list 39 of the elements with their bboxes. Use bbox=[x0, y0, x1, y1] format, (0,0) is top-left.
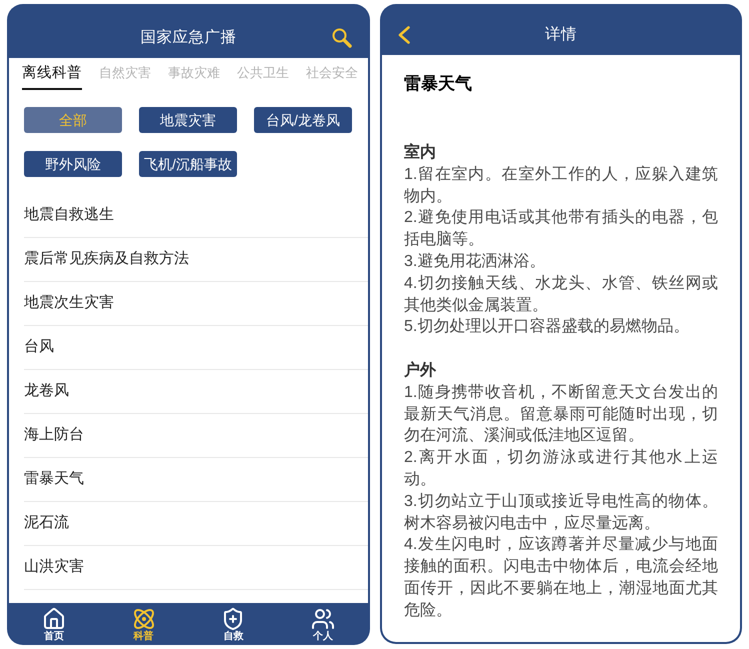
topic-list-item[interactable]: 震后常见疾病及自救方法 bbox=[24, 238, 368, 282]
nav-tab[interactable]: 科普 bbox=[98, 603, 188, 645]
filter-chip[interactable]: 地震灾害 bbox=[139, 107, 237, 133]
filter-chip[interactable]: 飞机/沉船事故 bbox=[139, 151, 237, 177]
topic-list-item[interactable]: 雷暴天气 bbox=[24, 458, 368, 502]
filter-chip[interactable]: 野外风险 bbox=[24, 151, 122, 177]
article-title: 雷暴天气 bbox=[404, 73, 473, 95]
search-button[interactable] bbox=[332, 28, 352, 48]
paragraph: 4.切勿接触天线、水龙头、水管、铁丝网或其他类似金属装置。 bbox=[404, 274, 718, 316]
screen-title: 详情 bbox=[545, 25, 577, 45]
nav-tab[interactable]: 个人 bbox=[278, 603, 368, 645]
topic-list-item[interactable]: 海上防台 bbox=[24, 414, 368, 458]
category-tab[interactable]: 离线科普 bbox=[22, 63, 82, 90]
paragraph: 1.随身携带收音机，不断留意天文台发出的最新天气消息。留意暴雨可能随时出现，切勿在河流、溪涧或低洼地区逗留。 bbox=[404, 382, 718, 446]
screen-title: 国家应急广播 bbox=[140, 28, 236, 48]
search-icon bbox=[332, 28, 352, 48]
chevron-left-icon bbox=[397, 26, 411, 44]
section-heading: 室内 bbox=[404, 142, 437, 163]
paragraph: 2.避免使用电话或其他带有插头的电器，包括电脑等。 bbox=[404, 208, 718, 250]
paragraph: 2.离开水面，切勿游泳或进行其他水上运动。 bbox=[404, 448, 718, 490]
nav-tab[interactable]: 自救 bbox=[188, 603, 278, 645]
paragraph: 4.发生闪电时，应该蹲著并尽量减少与地面接触的面积。闪电击中物体后，电流会经地面传开，因此不要躺在地上，潮湿地面尤其危险。 bbox=[404, 534, 718, 621]
paragraph: 3.避免用花洒淋浴。 bbox=[404, 252, 546, 272]
topic-list-item[interactable]: 龙卷风 bbox=[24, 370, 368, 414]
topic-list-item[interactable]: 地震次生灾害 bbox=[24, 282, 368, 326]
topic-list-item[interactable]: 地震自救逃生 bbox=[24, 194, 368, 238]
atom-icon bbox=[132, 607, 156, 631]
paragraph: 1.留在室内。在室外工作的人，应躲入建筑物内。 bbox=[404, 164, 718, 207]
filter-chip[interactable]: 台风/龙卷风 bbox=[254, 107, 352, 133]
nav-tab[interactable]: 首页 bbox=[9, 603, 99, 645]
topic-list-item[interactable]: 山洪灾害 bbox=[24, 546, 368, 590]
home-icon bbox=[42, 607, 66, 631]
topic-list-item[interactable]: 台风 bbox=[24, 326, 368, 370]
section-heading: 户外 bbox=[404, 360, 437, 381]
paragraph: 5.切勿处理以开口容器盛载的易燃物品。 bbox=[404, 316, 690, 338]
back-button[interactable] bbox=[397, 26, 411, 44]
users-icon bbox=[311, 607, 336, 631]
topic-list-item[interactable]: 泥石流 bbox=[24, 502, 368, 546]
paragraph: 3.切勿站立于山顶或接近导电性高的物体。树木容易被闪电击中，应尽量远离。 bbox=[404, 492, 718, 534]
